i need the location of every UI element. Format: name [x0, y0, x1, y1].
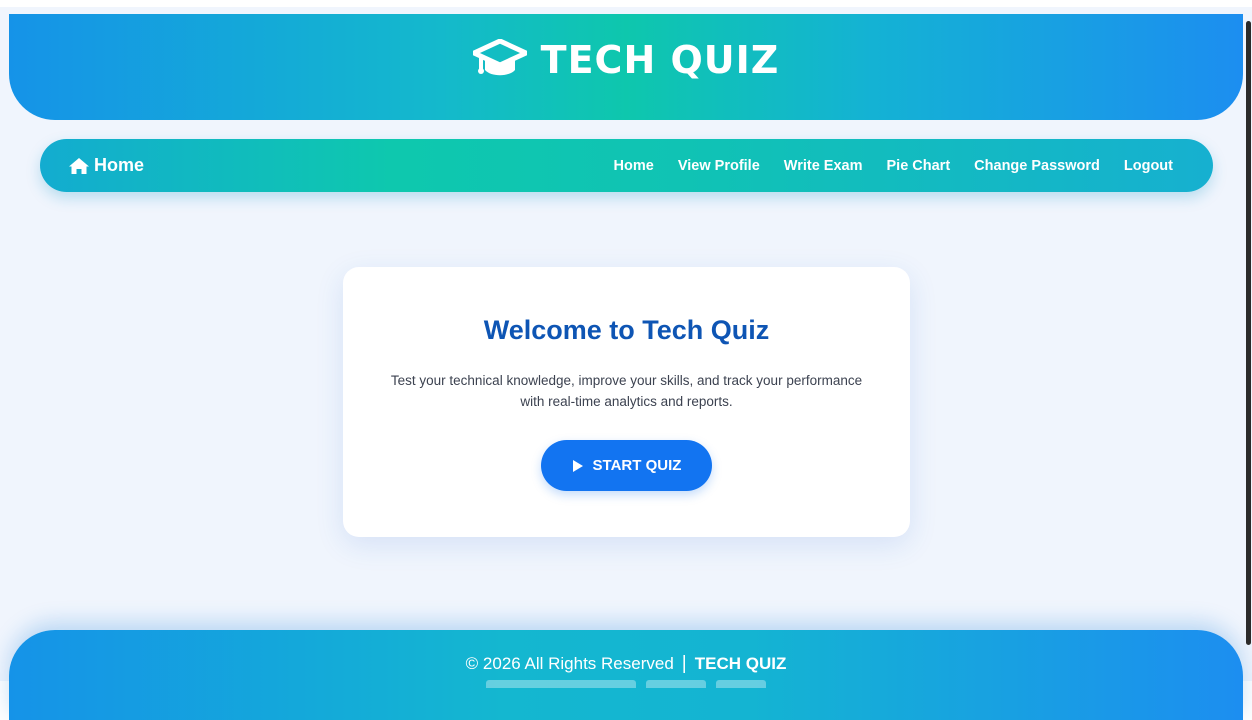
nav-link-pie-chart[interactable]: Pie Chart — [887, 158, 951, 174]
graduation-cap-icon — [472, 39, 527, 81]
welcome-title: Welcome to Tech Quiz — [483, 315, 770, 345]
nav-link-logout[interactable]: Logout — [1124, 158, 1173, 174]
footer-copyright: © 2026 All Rights Reserved — [465, 654, 674, 673]
site-title: TECH QUIZ — [540, 38, 780, 82]
footer-separator: | — [681, 653, 687, 674]
nav-link-home[interactable]: Home — [614, 158, 654, 174]
scrollbar-thumb[interactable] — [1246, 21, 1251, 645]
navbar-brand-label: Home — [94, 155, 145, 175]
main-navbar: Home Home View Profile Write Exam Pie Ch… — [40, 139, 1213, 192]
footer-link-clipped — [716, 680, 766, 688]
home-icon — [68, 157, 90, 175]
footer-brand: TECH QUIZ — [694, 654, 787, 673]
nav-link-view-profile[interactable]: View Profile — [678, 158, 760, 174]
nav-link-write-exam[interactable]: Write Exam — [784, 158, 863, 174]
site-footer: © 2026 All Rights Reserved | TECH QUIZ — [9, 630, 1243, 720]
nav-links: Home View Profile Write Exam Pie Chart C… — [614, 158, 1173, 174]
nav-link-change-password[interactable]: Change Password — [974, 158, 1100, 174]
footer-links-clipped — [9, 680, 1243, 688]
footer-link-clipped — [646, 680, 706, 688]
page-scrollbar[interactable] — [1244, 7, 1252, 688]
welcome-card: Welcome to Tech Quiz Test your technical… — [343, 267, 910, 537]
footer-copyright-line: © 2026 All Rights Reserved | TECH QUIZ — [9, 653, 1243, 675]
page: TECH QUIZ Home Home View Profile Write E… — [0, 0, 1252, 720]
start-quiz-button[interactable]: START QUIZ — [541, 440, 712, 491]
play-icon — [572, 459, 584, 473]
footer-link-clipped — [486, 680, 636, 688]
header-brand: TECH QUIZ — [472, 38, 780, 82]
navbar-brand-home[interactable]: Home — [68, 155, 144, 176]
start-quiz-label: START QUIZ — [592, 457, 682, 474]
site-header: TECH QUIZ — [9, 14, 1243, 120]
welcome-description: Test your technical knowledge, improve y… — [390, 373, 863, 409]
